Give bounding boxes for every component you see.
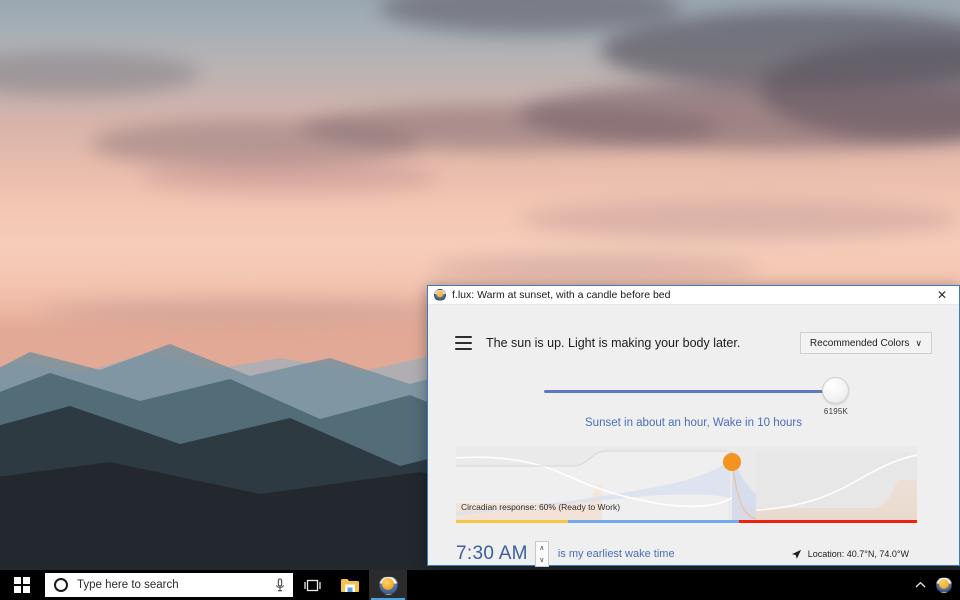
status-message: The sun is up. Light is making your body… — [486, 336, 741, 350]
phase-segment-day-cool — [568, 520, 740, 523]
cloud-band — [0, 52, 200, 96]
taskbar-item-file-explorer[interactable] — [331, 570, 369, 600]
preset-dropdown-label: Recommended Colors — [809, 337, 910, 349]
bottom-row: 7:30 AM ∧ ∨ is my earliest wake time Loc… — [428, 537, 959, 571]
navigation-arrow-icon — [791, 549, 801, 559]
cloud-band — [430, 255, 760, 281]
microphone-icon[interactable] — [274, 578, 286, 592]
flux-icon — [434, 289, 446, 301]
current-time-marker[interactable] — [456, 446, 917, 520]
preset-dropdown[interactable]: Recommended Colors ∨ — [799, 332, 932, 354]
wake-time-value[interactable]: 7:30 AM — [456, 543, 528, 565]
tray-item-flux[interactable] — [932, 570, 956, 600]
flux-icon — [378, 575, 398, 595]
stepper-up-icon[interactable]: ∧ — [536, 542, 548, 554]
wake-time-stepper[interactable]: ∧ ∨ — [534, 541, 549, 567]
search-input[interactable]: Type here to search — [45, 573, 293, 597]
window-title: f.lux: Warm at sunset, with a candle bef… — [452, 289, 671, 301]
task-view-icon — [303, 579, 321, 591]
phase-segment-evening-warm — [739, 520, 917, 523]
window-titlebar[interactable]: f.lux: Warm at sunset, with a candle bef… — [428, 286, 959, 305]
taskbar-item-task-view[interactable] — [293, 570, 331, 600]
slider-value-label: 6195K — [823, 407, 849, 416]
taskbar-item-flux[interactable] — [369, 570, 407, 600]
hamburger-menu-icon[interactable] — [455, 336, 472, 350]
windows-logo-icon — [14, 577, 30, 593]
start-button[interactable] — [0, 570, 44, 600]
window-body: The sun is up. Light is making your body… — [428, 305, 959, 567]
slider-track[interactable] — [544, 390, 834, 393]
flux-icon — [936, 577, 952, 593]
taskbar: Type here to search — [0, 570, 960, 600]
cloud-band — [140, 160, 440, 194]
wake-time-label: is my earliest wake time — [557, 548, 675, 560]
cloud-band — [520, 200, 960, 240]
stepper-down-icon[interactable]: ∨ — [536, 554, 548, 566]
location-text: Location: 40.7°N, 74.0°W — [807, 549, 909, 559]
chevron-up-icon[interactable] — [908, 570, 932, 600]
circadian-chart[interactable]: Circadian response: 60% (Ready to Work) — [456, 446, 917, 520]
location-group[interactable]: Location: 40.7°N, 74.0°W — [791, 549, 909, 560]
color-temperature-slider[interactable]: 6195K — [428, 377, 959, 417]
phase-bar — [456, 520, 917, 523]
header-row: The sun is up. Light is making your body… — [428, 327, 959, 359]
system-tray — [908, 570, 960, 600]
flux-window[interactable]: f.lux: Warm at sunset, with a candle bef… — [427, 285, 960, 567]
cortana-circle-icon — [54, 578, 68, 592]
slider-thumb[interactable] — [822, 377, 849, 404]
search-placeholder: Type here to search — [77, 579, 179, 591]
folder-icon — [341, 578, 359, 592]
chevron-down-icon: ∨ — [915, 337, 922, 348]
close-icon[interactable]: ✕ — [925, 286, 959, 305]
sun-info-text: Sunset in about an hour, Wake in 10 hour… — [585, 417, 802, 429]
phase-segment-night-warm — [456, 520, 569, 523]
